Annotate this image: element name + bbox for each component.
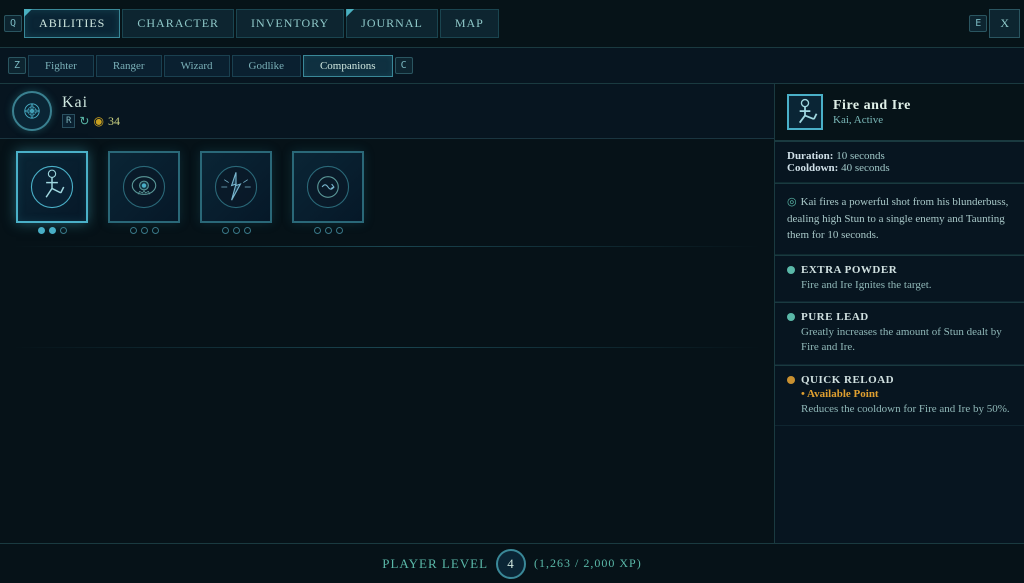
upgrade-dot-2 — [787, 313, 795, 321]
dot — [233, 227, 240, 234]
upgrade-desc-3: Reduces the cooldown for Fire and Ire by… — [801, 402, 1010, 417]
character-icon — [12, 91, 52, 131]
ability-card-4[interactable] — [292, 151, 364, 234]
refresh-icon: ↻ — [79, 114, 89, 129]
dot — [130, 227, 137, 234]
ability-icon-3[interactable] — [200, 151, 272, 223]
status-bar: PLAYER LEVEL 4 (1,263 / 2,000 XP) — [0, 543, 1024, 583]
resource-area: R ↻ ◉ 34 — [62, 114, 120, 129]
upgrade-desc-2: Greatly increases the amount of Stun dea… — [801, 325, 1012, 356]
skill-icon — [787, 94, 823, 130]
key-e: E — [969, 15, 987, 32]
cooldown-value: 40 seconds — [841, 162, 890, 174]
subtab-fighter[interactable]: Fighter — [28, 55, 94, 77]
skill-header-text: Fire and Ire Kai, Active — [833, 98, 911, 126]
key-z: Z — [8, 57, 26, 74]
tab-map[interactable]: MAP — [440, 9, 499, 38]
upgrade-dot-1 — [787, 266, 795, 274]
dot — [141, 227, 148, 234]
level-badge: 4 — [496, 549, 526, 579]
main-content: Kai R ↻ ◉ 34 — [0, 84, 1024, 543]
top-nav: Q ABILITIES CHARACTER INVENTORY JOURNAL … — [0, 0, 1024, 48]
tab-journal[interactable]: JOURNAL — [346, 9, 438, 38]
ability-dots-4 — [314, 227, 343, 234]
upgrade-dot-3 — [787, 376, 795, 384]
skill-subtitle: Kai, Active — [833, 114, 911, 126]
ability-card-2[interactable] — [108, 151, 180, 234]
key-q: Q — [4, 15, 22, 32]
subtab-godlike[interactable]: Godlike — [232, 55, 301, 77]
dot — [222, 227, 229, 234]
skill-title: Fire and Ire — [833, 98, 911, 114]
gold-count: 34 — [108, 114, 120, 129]
right-panel: Fire and Ire Kai, Active Duration: 10 se… — [775, 84, 1024, 543]
abilities-area — [0, 139, 774, 246]
skill-header: Fire and Ire Kai, Active — [775, 84, 1024, 141]
tab-abilities[interactable]: ABILITIES — [24, 9, 120, 38]
ability-icon-4[interactable] — [292, 151, 364, 223]
subtab-ranger[interactable]: Ranger — [96, 55, 162, 77]
upgrade-title-1: EXTRA POWDER — [801, 264, 932, 276]
available-point-label: • Available Point — [801, 388, 1010, 400]
character-row: Kai R ↻ ◉ 34 — [0, 84, 774, 139]
ability-dots-2 — [130, 227, 159, 234]
upgrade-quick-reload[interactable]: QUICK RELOAD • Available Point Reduces t… — [775, 366, 1024, 426]
duration-label: Duration: — [787, 150, 836, 162]
ability-card-3[interactable] — [200, 151, 272, 234]
skill-description: ◎Kai fires a powerful shot from his blun… — [775, 184, 1024, 255]
upgrade-title-2: PURE LEAD — [801, 311, 1012, 323]
dot — [325, 227, 332, 234]
player-level-label: PLAYER LEVEL — [382, 556, 488, 572]
dot — [60, 227, 67, 234]
dot — [244, 227, 251, 234]
upgrade-pure-lead[interactable]: PURE LEAD Greatly increases the amount o… — [775, 303, 1024, 365]
resource-key: R — [62, 114, 75, 128]
close-button[interactable]: X — [989, 9, 1020, 38]
left-panel: Kai R ↻ ◉ 34 — [0, 84, 775, 543]
upgrade-title-3: QUICK RELOAD — [801, 374, 1010, 386]
dot — [336, 227, 343, 234]
duration-value: 10 seconds — [836, 150, 885, 162]
cooldown-label: Cooldown: — [787, 162, 841, 174]
subtab-companions[interactable]: Companions — [303, 55, 393, 77]
divider-2 — [12, 347, 762, 348]
gold-icon: ◉ — [93, 114, 103, 129]
xp-text: (1,263 / 2,000 XP) — [534, 556, 642, 571]
character-name: Kai — [62, 94, 100, 112]
key-c: C — [395, 57, 413, 74]
dot — [38, 227, 45, 234]
dot — [152, 227, 159, 234]
skill-meta: Duration: 10 seconds Cooldown: 40 second… — [775, 142, 1024, 183]
upgrade-extra-powder[interactable]: EXTRA POWDER Fire and Ire Ignites the ta… — [775, 256, 1024, 302]
ability-icon-1[interactable] — [16, 151, 88, 223]
ability-icon-2[interactable] — [108, 151, 180, 223]
bullet-icon: ◎ — [787, 196, 797, 208]
tab-character[interactable]: CHARACTER — [122, 9, 234, 38]
ability-dots-1 — [38, 227, 67, 234]
upgrade-desc-1: Fire and Ire Ignites the target. — [801, 278, 932, 293]
dot — [314, 227, 321, 234]
subtab-wizard[interactable]: Wizard — [164, 55, 230, 77]
sub-nav: Z Fighter Ranger Wizard Godlike Companio… — [0, 48, 1024, 84]
ability-dots-3 — [222, 227, 251, 234]
ability-card-1[interactable] — [16, 151, 88, 234]
dot — [49, 227, 56, 234]
tab-inventory[interactable]: INVENTORY — [236, 9, 344, 38]
